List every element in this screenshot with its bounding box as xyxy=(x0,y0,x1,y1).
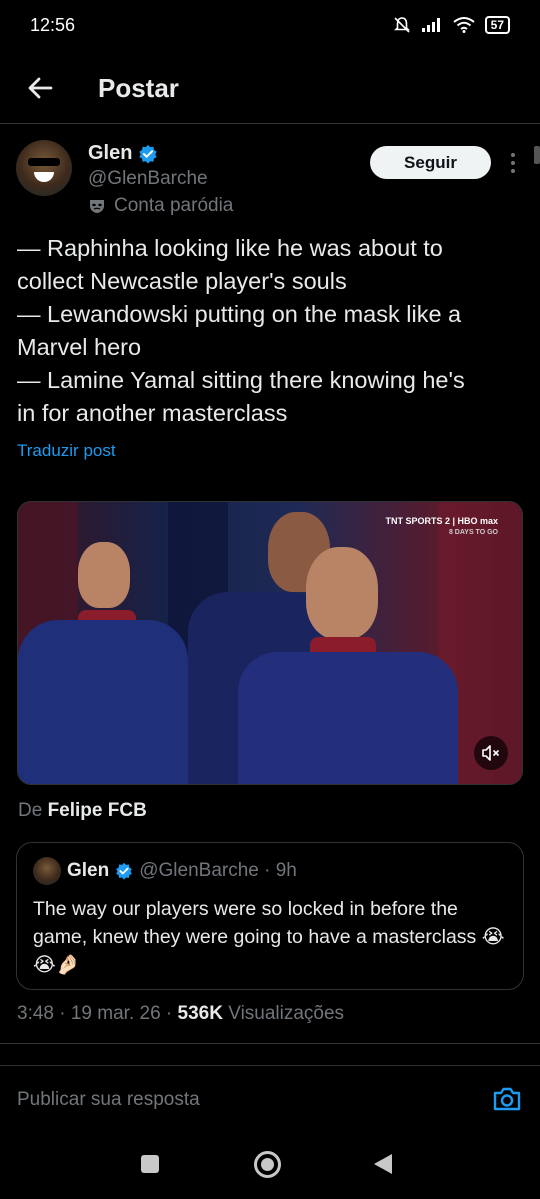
mute-button[interactable] xyxy=(474,736,508,770)
status-icons: 57 xyxy=(393,16,510,34)
quote-handle-time: @GlenBarche · 9h xyxy=(139,860,297,881)
post-text: — Raphinha looking like he was about to … xyxy=(17,232,523,430)
views-count: 536K xyxy=(177,1003,223,1024)
post-line: collect Newcastle player's souls xyxy=(17,268,347,294)
broadcast-logo: TNT SPORTS 2 | HBO max 8 DAYS TO GO xyxy=(385,516,498,538)
post-video[interactable]: TNT SPORTS 2 | HBO max 8 DAYS TO GO xyxy=(17,501,523,785)
mask-icon xyxy=(90,200,104,213)
source-name: Felipe FCB xyxy=(47,800,147,821)
quote-header: Glen @GlenBarche · 9h xyxy=(67,860,297,882)
header-divider xyxy=(0,123,540,124)
more-options-button[interactable] xyxy=(502,148,524,178)
quote-text: The way our players were so locked in be… xyxy=(33,898,505,976)
post-line: — Lewandowski putting on the mask like a xyxy=(17,301,462,327)
author-handle[interactable]: @GlenBarche xyxy=(88,168,208,190)
author-name[interactable]: Glen xyxy=(88,142,158,165)
post-line: — Lamine Yamal sitting there knowing he'… xyxy=(17,367,465,393)
parody-badge: Conta paródia xyxy=(88,195,233,217)
top-bar: Postar xyxy=(0,58,540,118)
follow-button[interactable]: Seguir xyxy=(370,146,491,179)
verified-badge-icon xyxy=(139,144,158,164)
author-row: Glen @GlenBarche Conta paródia Seguir xyxy=(16,140,524,222)
signal-icon xyxy=(421,18,440,32)
verified-badge-icon xyxy=(116,862,133,880)
avatar[interactable] xyxy=(16,140,72,196)
arrow-left-icon xyxy=(28,77,53,99)
system-nav-bar xyxy=(0,1133,540,1199)
scrollbar[interactable] xyxy=(534,146,540,164)
post-line: — Raphinha looking like he was about to xyxy=(17,235,443,261)
views-label: Visualizações xyxy=(228,1003,345,1024)
home-button[interactable] xyxy=(254,1151,281,1178)
camera-icon xyxy=(493,1087,521,1111)
broadcast-countdown: 8 DAYS TO GO xyxy=(448,529,498,536)
broadcast-logo-text: TNT SPORTS 2 | HBO max xyxy=(385,516,498,526)
back-button[interactable] xyxy=(0,58,80,118)
reply-bar: Publicar sua resposta xyxy=(0,1065,540,1133)
source-prefix: De xyxy=(18,800,43,821)
recents-button[interactable] xyxy=(141,1155,159,1173)
speaker-muted-icon xyxy=(482,745,500,761)
camera-button[interactable] xyxy=(492,1085,522,1115)
battery-icon: 57 xyxy=(484,16,510,34)
bell-muted-icon xyxy=(393,17,410,33)
wifi-icon xyxy=(453,17,475,33)
status-time: 12:56 xyxy=(30,14,76,35)
page-title: Postar xyxy=(98,72,179,103)
system-back-button[interactable] xyxy=(374,1154,392,1174)
post-meta: 3:48 · 19 mar. 26 · 536K Visualizações xyxy=(17,1003,344,1025)
reply-input[interactable]: Publicar sua resposta xyxy=(17,1089,200,1111)
author-name-text: Glen xyxy=(88,142,133,164)
translate-post-link[interactable]: Traduzir post xyxy=(17,441,116,461)
quote-author-name: Glen xyxy=(67,860,110,881)
status-bar: 12:56 57 xyxy=(0,0,540,50)
post-timestamp: 3:48 · 19 mar. 26 · xyxy=(17,1003,173,1024)
quote-avatar xyxy=(33,857,61,885)
video-source[interactable]: De Felipe FCB xyxy=(18,800,147,822)
meta-divider xyxy=(0,1043,540,1044)
parody-label: Conta paródia xyxy=(114,195,234,216)
post-line: in for another masterclass xyxy=(17,400,288,426)
quoted-post[interactable]: Glen @GlenBarche · 9h The way our player… xyxy=(16,842,524,990)
post-line: Marvel hero xyxy=(17,334,142,360)
